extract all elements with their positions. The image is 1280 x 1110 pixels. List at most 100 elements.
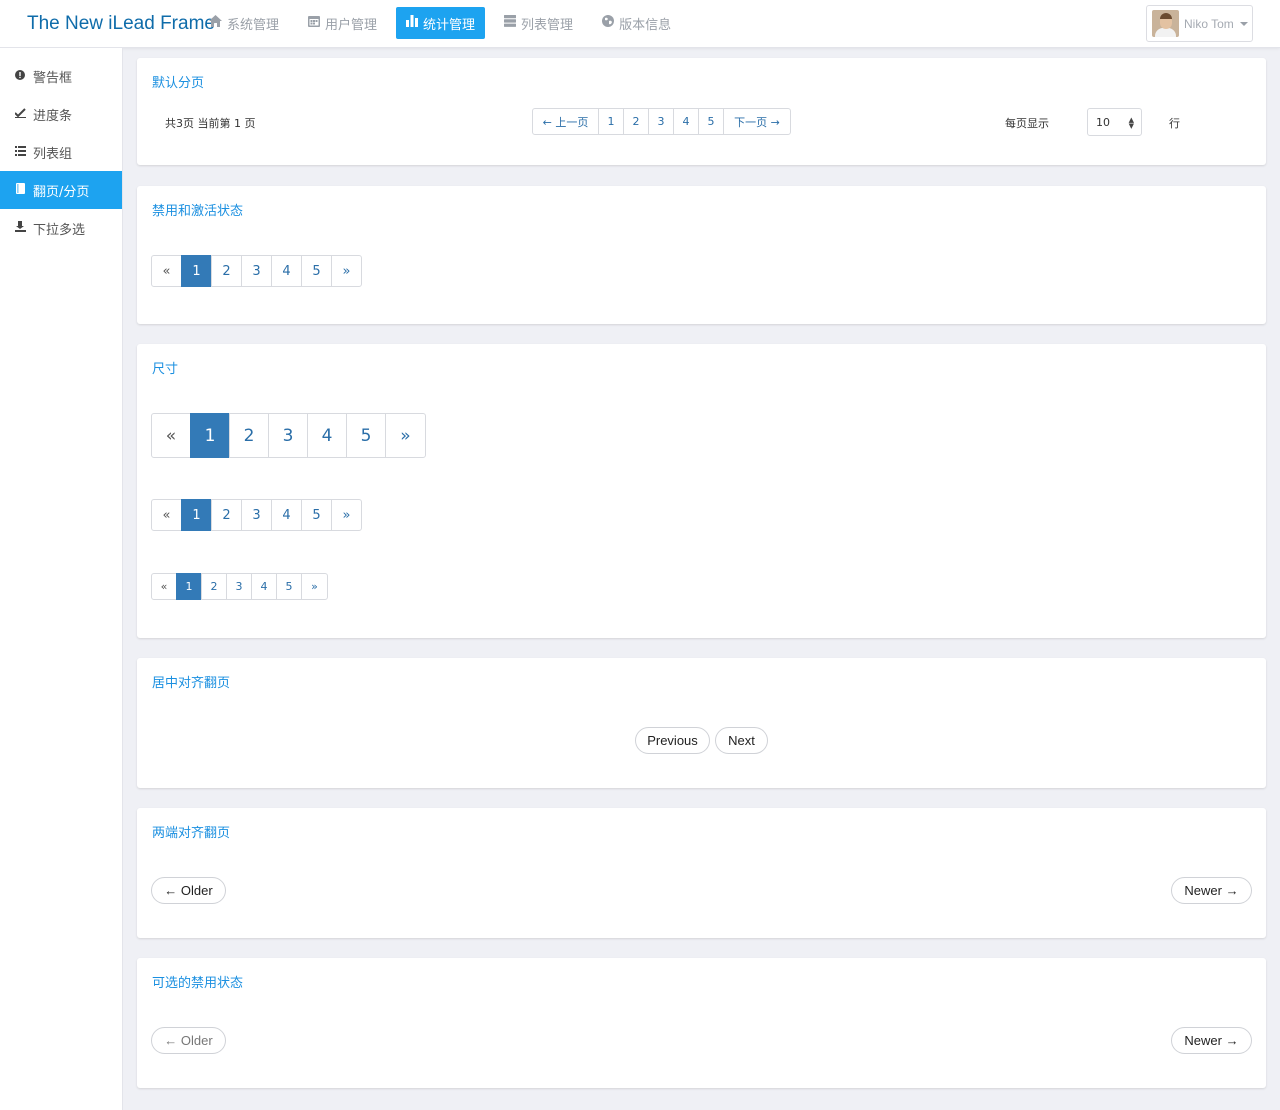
nav-item-lists[interactable]: 列表管理: [494, 7, 583, 39]
bar-chart-icon: [406, 15, 419, 31]
page-button-5[interactable]: 5: [698, 108, 724, 135]
nav-item-users[interactable]: 用户管理: [298, 7, 387, 39]
page-button-4[interactable]: 4: [271, 499, 302, 531]
sidebar: 警告框 进度条 列表组 翻页/分页 下拉多选: [0, 48, 123, 1110]
page-button-3[interactable]: 3: [241, 255, 272, 287]
globe-icon: [602, 15, 615, 31]
nav-item-version[interactable]: 版本信息: [592, 7, 681, 39]
sidebar-item-listgroup[interactable]: 列表组: [0, 133, 122, 171]
top-navbar: The New iLead Frame 系统管理 用户管理 统计管理 列表管理 …: [0, 0, 1280, 48]
page-button-5[interactable]: 5: [301, 255, 332, 287]
page-button-4[interactable]: 4: [673, 108, 699, 135]
sidebar-item-label: 列表组: [33, 146, 73, 162]
prev-page-button[interactable]: ← 上一页: [532, 108, 599, 135]
older-button[interactable]: ← Older: [151, 877, 226, 904]
page-button-4[interactable]: 4: [271, 255, 302, 287]
page-button-5[interactable]: 5: [346, 413, 386, 458]
page-button-4[interactable]: 4: [307, 413, 347, 458]
page-button-3[interactable]: 3: [648, 108, 674, 135]
nav-item-label: 列表管理: [521, 17, 574, 33]
sidebar-item-label: 警告框: [33, 70, 73, 86]
page-button-2[interactable]: 2: [229, 413, 269, 458]
list-icon: [14, 145, 26, 159]
server-icon: [504, 15, 517, 31]
last-page-button[interactable]: »: [331, 499, 362, 531]
nav-item-system[interactable]: 系统管理: [199, 7, 289, 39]
next-button[interactable]: Next: [715, 727, 768, 754]
last-page-button[interactable]: »: [301, 573, 328, 600]
newer-button[interactable]: Newer →: [1171, 877, 1252, 904]
page-button-4[interactable]: 4: [251, 573, 277, 600]
page-button-3[interactable]: 3: [226, 573, 252, 600]
nav-item-label: 用户管理: [325, 17, 378, 33]
sidebar-item-progress[interactable]: 进度条: [0, 95, 122, 133]
page-button-1[interactable]: 1: [598, 108, 624, 135]
default-pagination: ← 上一页 1 2 3 4 5 下一页 →: [532, 108, 791, 135]
sidebar-item-alerts[interactable]: 警告框: [0, 57, 122, 95]
per-page-value: 10: [1096, 115, 1110, 129]
sidebar-item-pagination[interactable]: 翻页/分页: [0, 171, 122, 209]
previous-button[interactable]: Previous: [635, 727, 710, 754]
last-page-button[interactable]: »: [385, 413, 426, 458]
panel-justified-pager: 两端对齐翻页 ← Older Newer →: [137, 808, 1266, 938]
select-arrows-icon: ▲ ▼: [1128, 116, 1134, 130]
page-button-1[interactable]: 1: [176, 573, 202, 600]
app-title[interactable]: The New iLead Frame: [27, 13, 215, 35]
default-size-pagination: « 1 2 3 4 5 »: [151, 499, 362, 531]
panel-title: 两端对齐翻页: [152, 826, 231, 841]
newer-button[interactable]: Newer →: [1171, 1027, 1252, 1054]
page-button-2[interactable]: 2: [201, 573, 227, 600]
panel-title: 尺寸: [152, 362, 179, 377]
page-button-3[interactable]: 3: [241, 499, 272, 531]
panel-title: 可选的禁用状态: [152, 976, 244, 991]
older-button-disabled[interactable]: ← Older: [151, 1027, 226, 1054]
home-icon: [209, 15, 222, 31]
page-button-1[interactable]: 1: [190, 413, 230, 458]
per-page-label: 每页显示: [1005, 117, 1049, 130]
page-button-1[interactable]: 1: [181, 499, 212, 531]
avatar: [1152, 10, 1179, 37]
sidebar-item-multiselect[interactable]: 下拉多选: [0, 209, 122, 247]
panel-states: 禁用和激活状态 « 1 2 3 4 5 »: [137, 186, 1266, 324]
nav-item-label: 版本信息: [619, 17, 672, 33]
page-button-5[interactable]: 5: [276, 573, 302, 600]
next-page-button[interactable]: 下一页 →: [723, 108, 791, 135]
tray-icon: [14, 221, 26, 235]
page-button-2[interactable]: 2: [623, 108, 649, 135]
nav-item-label: 系统管理: [227, 17, 280, 33]
check-mark-icon: [13, 107, 26, 121]
exclamation-circle-icon: [14, 69, 26, 83]
page-info: 共3页 当前第 1 页: [165, 117, 256, 130]
sidebar-item-label: 进度条: [33, 108, 73, 124]
caret-down-icon: [1239, 21, 1248, 26]
panel-sizes: 尺寸 « 1 2 3 4 5 » « 1 2 3 4 5 » « 1 2 3 4…: [137, 344, 1266, 638]
panel-title: 居中对齐翻页: [152, 676, 231, 691]
states-pagination: « 1 2 3 4 5 »: [151, 255, 362, 287]
page-button-5[interactable]: 5: [301, 499, 332, 531]
sidebar-item-label: 下拉多选: [33, 222, 86, 238]
book-icon: [14, 183, 26, 197]
page-button-3[interactable]: 3: [268, 413, 308, 458]
panel-title: 默认分页: [152, 76, 205, 91]
per-page-select[interactable]: 10 ▲ ▼: [1087, 108, 1142, 136]
calendar-icon: [308, 15, 321, 31]
user-menu[interactable]: Niko Tom: [1146, 5, 1253, 42]
small-pagination: « 1 2 3 4 5 »: [151, 573, 328, 600]
panel-centered-pager: 居中对齐翻页 Previous Next: [137, 658, 1266, 788]
first-page-button[interactable]: «: [151, 573, 177, 600]
first-page-button[interactable]: «: [151, 499, 182, 531]
first-page-button[interactable]: «: [151, 255, 182, 287]
nav-item-label: 统计管理: [423, 17, 476, 33]
sidebar-item-label: 翻页/分页: [33, 184, 90, 200]
user-name: Niko Tom: [1184, 16, 1234, 31]
panel-optional-disabled: 可选的禁用状态 ← Older Newer →: [137, 958, 1266, 1088]
large-pagination: « 1 2 3 4 5 »: [151, 413, 426, 458]
page-button-2[interactable]: 2: [211, 499, 242, 531]
page-button-1[interactable]: 1: [181, 255, 212, 287]
last-page-button[interactable]: »: [331, 255, 362, 287]
main-nav: 系统管理 用户管理 统计管理 列表管理 版本信息: [199, 7, 690, 39]
rows-label: 行: [1169, 117, 1180, 130]
first-page-button[interactable]: «: [151, 413, 191, 458]
nav-item-statistics[interactable]: 统计管理: [396, 7, 486, 39]
page-button-2[interactable]: 2: [211, 255, 242, 287]
